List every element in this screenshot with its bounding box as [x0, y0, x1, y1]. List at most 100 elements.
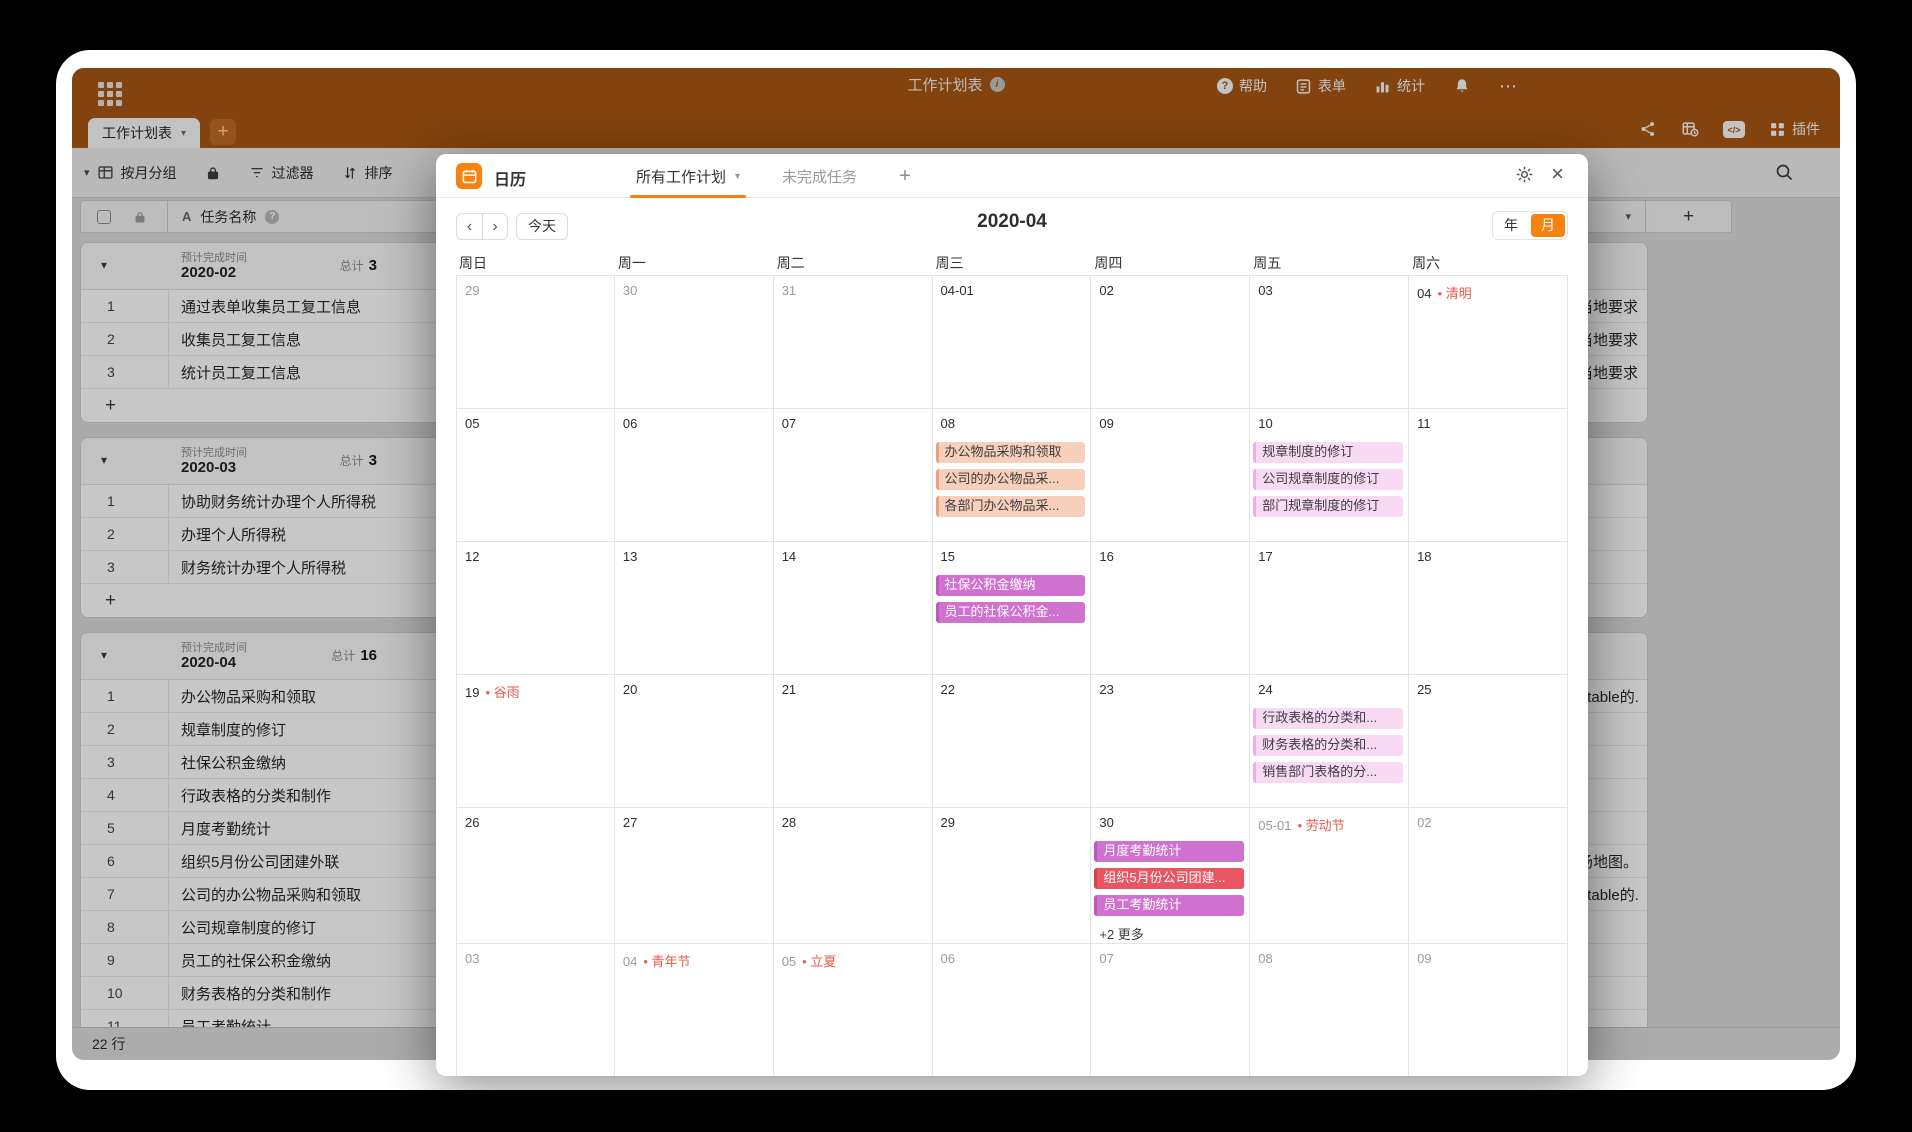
day-cell[interactable]: 02 [1091, 276, 1250, 408]
filter-button[interactable]: 过滤器 [272, 163, 314, 183]
api-button[interactable]: </> [1723, 120, 1745, 139]
event-chip[interactable]: 组织5月份公司团建... [1094, 868, 1244, 889]
day-cell[interactable]: 05 [456, 409, 615, 541]
day-cell[interactable]: 20 [615, 675, 774, 807]
day-cell[interactable]: 22 [933, 675, 1092, 807]
code-icon: </> [1723, 121, 1745, 138]
event-chip[interactable]: 各部门办公物品采... [936, 496, 1086, 517]
event-chip[interactable]: 社保公积金缴纳 [936, 575, 1086, 596]
day-cell[interactable]: 12 [456, 542, 615, 674]
day-cell[interactable]: 31 [774, 276, 933, 408]
event-chip[interactable]: 公司的办公物品采... [936, 469, 1086, 490]
event-chip[interactable]: 员工考勤统计 [1094, 895, 1244, 916]
plugins-button[interactable]: 插件 [1769, 119, 1820, 139]
group-collapse-caret[interactable]: ▾ [101, 453, 107, 467]
event-chip[interactable]: 月度考勤统计 [1094, 841, 1244, 862]
date-label: 06 [623, 416, 637, 431]
group-collapse-caret[interactable]: ▾ [101, 648, 107, 662]
plus-icon: + [81, 590, 116, 612]
tab-unfinished-tasks[interactable]: 未完成任务 [782, 154, 857, 198]
day-cell[interactable]: 23 [1091, 675, 1250, 807]
day-cell[interactable]: 21 [774, 675, 933, 807]
column-dropdown-caret[interactable]: ▾ [1625, 210, 1631, 223]
info-icon[interactable]: i [990, 77, 1005, 92]
day-number-row: 17 [1250, 542, 1408, 569]
search-icon[interactable] [1774, 162, 1794, 182]
automation-button[interactable] [1681, 120, 1699, 138]
add-column-button[interactable]: + [1646, 200, 1732, 233]
forms-button[interactable]: 表单 [1295, 76, 1346, 96]
day-cell[interactable]: 04-01 [933, 276, 1092, 408]
day-cell[interactable]: 05-01• 劳动节 [1250, 808, 1409, 943]
event-chip[interactable]: 销售部门表格的分... [1253, 762, 1403, 783]
add-calendar-view-button[interactable]: + [899, 165, 911, 188]
day-cell[interactable]: 10规章制度的修订公司规章制度的修订部门规章制度的修订 [1250, 409, 1409, 541]
add-sheet-button[interactable]: + [210, 119, 236, 145]
event-chip[interactable]: 办公物品采购和领取 [936, 442, 1086, 463]
day-cell[interactable]: 27 [615, 808, 774, 943]
day-cell[interactable]: 11 [1409, 409, 1568, 541]
day-cell[interactable]: 09 [1091, 409, 1250, 541]
event-chip[interactable]: 财务表格的分类和... [1253, 735, 1403, 756]
day-cell[interactable]: 26 [456, 808, 615, 943]
day-cell[interactable]: 18 [1409, 542, 1568, 674]
sort-button[interactable]: 排序 [365, 163, 393, 183]
chart-icon [1374, 78, 1391, 95]
day-cell[interactable]: 19• 谷雨 [456, 675, 615, 807]
day-cell[interactable]: 30 [615, 276, 774, 408]
event-chip[interactable]: 规章制度的修订 [1253, 442, 1403, 463]
day-cell[interactable]: 15社保公积金缴纳员工的社保公积金... [933, 542, 1092, 674]
day-cell[interactable]: 06 [933, 944, 1092, 1076]
day-cell[interactable]: 04• 清明 [1409, 276, 1568, 408]
day-cell[interactable]: 14 [774, 542, 933, 674]
day-cell[interactable]: 08办公物品采购和领取公司的办公物品采...各部门办公物品采... [933, 409, 1092, 541]
group-collapse-caret[interactable]: ▾ [101, 258, 107, 272]
help-button[interactable]: ? 帮助 [1217, 76, 1267, 96]
day-cell[interactable]: 25 [1409, 675, 1568, 807]
view-dropdown-caret[interactable]: ▾ [84, 166, 90, 179]
event-chip[interactable]: 员工的社保公积金... [936, 602, 1086, 623]
share-button[interactable] [1639, 120, 1657, 138]
day-cell[interactable]: 05• 立夏 [774, 944, 933, 1076]
event-chip[interactable]: 公司规章制度的修订 [1253, 469, 1403, 490]
day-cell[interactable]: 06 [615, 409, 774, 541]
close-icon[interactable]: × [1551, 161, 1564, 187]
plus-icon: + [81, 395, 116, 417]
select-all-checkbox[interactable] [97, 210, 111, 224]
day-cell[interactable]: 17 [1250, 542, 1409, 674]
day-cell[interactable]: 09 [1409, 944, 1568, 1076]
lock-icon[interactable] [205, 165, 221, 181]
sheet-tab-active[interactable]: 工作计划表 ▾ [88, 118, 200, 148]
stats-button[interactable]: 统计 [1374, 76, 1425, 96]
day-cell[interactable]: 24行政表格的分类和...财务表格的分类和...销售部门表格的分... [1250, 675, 1409, 807]
view-name[interactable]: 按月分组 [121, 163, 177, 183]
month-toggle[interactable]: 月 [1531, 214, 1565, 237]
day-cell[interactable]: 03 [456, 944, 615, 1076]
date-label: 02 [1099, 283, 1113, 298]
holiday-label: • 劳动节 [1297, 818, 1344, 833]
day-cell[interactable]: 16 [1091, 542, 1250, 674]
day-cell[interactable]: 04• 青年节 [615, 944, 774, 1076]
day-number-row: 25 [1409, 675, 1567, 702]
tab-all-plans[interactable]: 所有工作计划 ▾ [636, 154, 740, 198]
year-toggle[interactable]: 年 [1493, 212, 1529, 239]
day-cell[interactable]: 28 [774, 808, 933, 943]
day-cell[interactable]: 30月度考勤统计组织5月份公司团建...员工考勤统计+2 更多 [1091, 808, 1250, 943]
day-cell[interactable]: 03 [1250, 276, 1409, 408]
more-menu-button[interactable]: ⋯ [1499, 81, 1518, 91]
day-cell[interactable]: 13 [615, 542, 774, 674]
day-cell[interactable]: 29 [456, 276, 615, 408]
day-cell[interactable]: 08 [1250, 944, 1409, 1076]
date-label: 16 [1099, 549, 1113, 564]
day-cell[interactable]: 07 [1091, 944, 1250, 1076]
event-chip[interactable]: 部门规章制度的修订 [1253, 496, 1403, 517]
settings-gear-icon[interactable] [1515, 165, 1534, 184]
day-cell[interactable]: 02 [1409, 808, 1568, 943]
event-chip[interactable]: 行政表格的分类和... [1253, 708, 1403, 729]
date-label: 29 [465, 283, 479, 298]
day-cell[interactable]: 29 [933, 808, 1092, 943]
notifications-button[interactable] [1453, 77, 1471, 95]
more-events-link[interactable]: +2 更多 [1099, 924, 1249, 943]
date-label: 08 [1258, 951, 1272, 966]
day-cell[interactable]: 07 [774, 409, 933, 541]
